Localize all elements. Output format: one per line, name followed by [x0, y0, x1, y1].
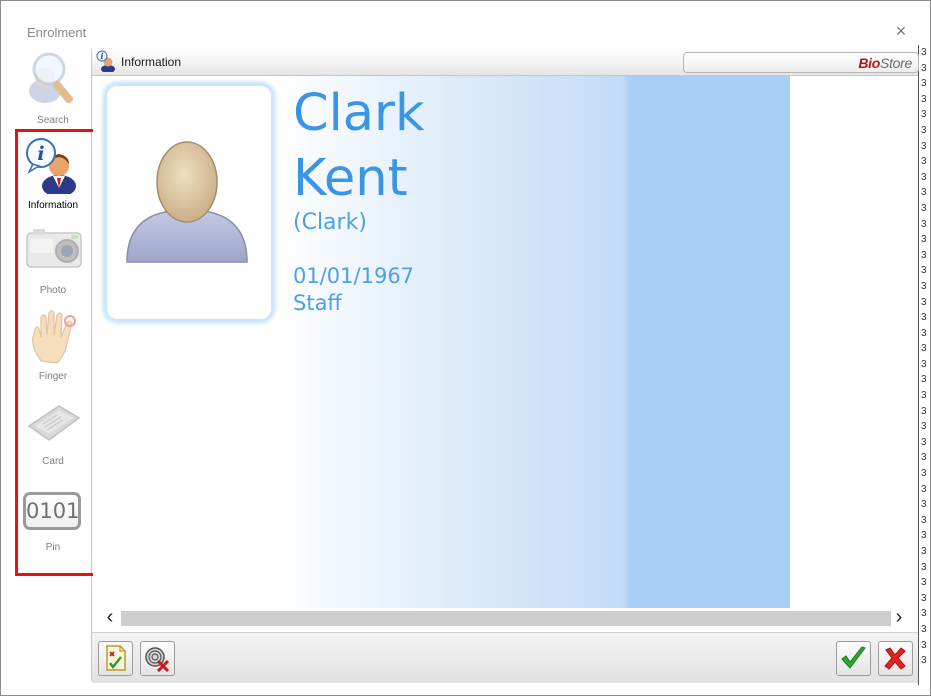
sidebar-item-label: Information [27, 200, 79, 211]
brand-logo-box: BioStore [683, 52, 919, 73]
sidebar-item-label: Card [42, 456, 64, 467]
svg-text:i: i [100, 51, 103, 61]
sidebar-item-card[interactable]: Card [15, 390, 91, 474]
sidebar-item-label: Search [37, 115, 69, 126]
card-icon [27, 405, 81, 441]
remove-biometric-button[interactable] [140, 641, 175, 676]
information-content: Clark Kent (Clark) 01/01/1967 Staff [93, 76, 918, 610]
sidebar: Search i Information Photo Finger Card 0… [15, 49, 92, 681]
information-icon: i [96, 50, 115, 72]
role: Staff [293, 291, 342, 315]
camera-icon [26, 229, 82, 268]
search-icon [29, 52, 74, 104]
sidebar-item-search[interactable]: Search [15, 49, 91, 133]
nickname: (Clark) [293, 210, 367, 235]
last-name: Kent [293, 149, 408, 208]
accept-button[interactable] [836, 641, 871, 676]
hand-icon [32, 310, 76, 364]
bottom-toolbar [92, 632, 918, 683]
date-of-birth: 01/01/1967 [293, 264, 415, 288]
fingerprint-remove-icon [145, 647, 170, 672]
svg-text:i: i [37, 143, 44, 165]
close-x-icon [884, 647, 906, 670]
pin-icon: 0101 [23, 492, 81, 530]
sidebar-item-information[interactable]: i Information [15, 134, 91, 218]
horizontal-scrollbar[interactable]: ‹ › [93, 607, 918, 629]
background-window-edge: 3333333333 3333333333 3333333333 3333333… [918, 45, 930, 685]
scroll-right-button[interactable]: › [889, 607, 909, 629]
checkmark-icon [841, 646, 866, 669]
brand-logo: BioStore [858, 55, 912, 71]
sidebar-item-label: Pin [45, 542, 61, 553]
panel-header: i Information BioStore [92, 48, 919, 76]
background-window-edge-bottom [93, 684, 918, 695]
enrolment-window: Enrolment × 3333333333 3333333333 333333… [0, 0, 931, 696]
information-icon: i [26, 138, 76, 194]
sidebar-item-finger[interactable]: Finger [15, 305, 91, 389]
close-button[interactable]: × [889, 19, 913, 43]
window-title: Enrolment [27, 25, 87, 40]
photo-frame [105, 84, 273, 321]
cancel-button[interactable] [878, 641, 913, 676]
avatar-placeholder-icon [126, 141, 248, 263]
sidebar-item-label: Finger [38, 371, 68, 382]
first-name: Clark [293, 84, 425, 143]
scrollbar-thumb[interactable] [121, 611, 891, 626]
sidebar-item-pin[interactable]: 0101 Pin [15, 476, 91, 560]
document-check-icon [106, 645, 126, 671]
document-check-button[interactable] [98, 641, 133, 676]
sidebar-item-label: Photo [39, 285, 67, 296]
panel-title: Information [121, 55, 182, 69]
sidebar-item-photo[interactable]: Photo [15, 219, 91, 303]
scroll-left-button[interactable]: ‹ [100, 607, 120, 629]
